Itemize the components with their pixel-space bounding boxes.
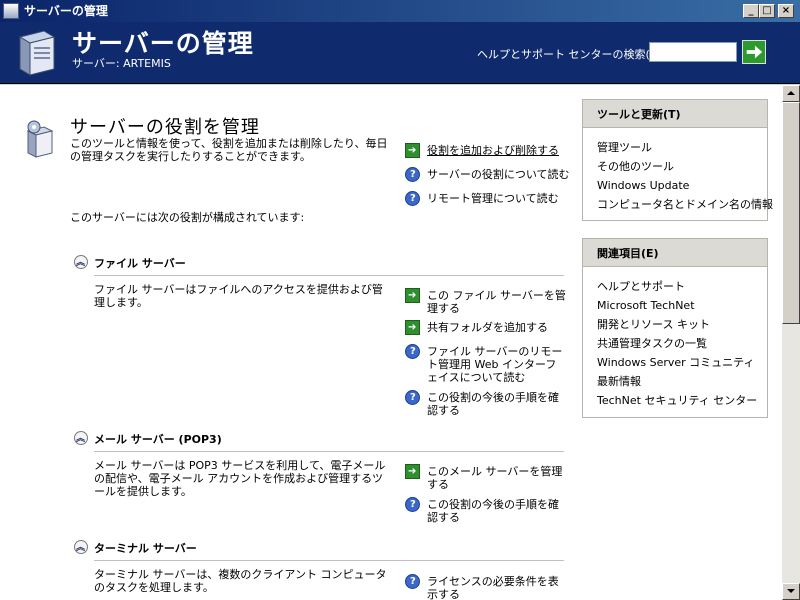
collapse-icon[interactable] — [74, 540, 88, 554]
related-link[interactable]: TechNet セキュリティ センター — [597, 391, 767, 410]
help-icon — [405, 167, 420, 182]
divider — [94, 560, 564, 561]
add-remove-role-link[interactable]: 役割を追加および削除する — [405, 143, 575, 158]
green-arrow-icon — [405, 288, 420, 303]
header-banner: サーバーの管理 サーバー: ARTEMIS ヘルプとサポート センターの検索(S… — [0, 22, 800, 84]
search-input[interactable] — [649, 42, 737, 62]
close-button[interactable]: × — [778, 4, 794, 18]
scroll-down-button[interactable] — [782, 583, 800, 600]
manage-file-server-link[interactable]: この ファイル サーバーを管理する — [405, 288, 566, 316]
divider — [94, 451, 564, 452]
help-icon — [405, 497, 420, 512]
manage-mail-server-link[interactable]: このメール サーバーを管理する — [405, 464, 565, 492]
server-icon — [18, 30, 56, 76]
section-title: サーバーの役割を管理 — [70, 117, 260, 138]
green-arrow-icon — [405, 143, 420, 158]
roles-intro: このサーバーには次の役割が構成されています: — [70, 211, 305, 224]
related-link[interactable]: Windows Server コミュニティ — [597, 353, 767, 372]
green-arrow-icon — [405, 464, 420, 479]
help-icon — [405, 390, 420, 405]
section-file-server[interactable]: ファイル サーバー — [74, 255, 274, 270]
search-go-button[interactable] — [742, 40, 766, 64]
green-arrow-icon — [405, 320, 420, 335]
add-shared-folder-link[interactable]: 共有フォルダを追加する — [405, 320, 565, 335]
related-list: ヘルプとサポート Microsoft TechNet 開発とリソース キット 共… — [583, 267, 767, 418]
tools-list: 管理ツール その他のツール Windows Update コンピュータ名とドメイ… — [583, 128, 773, 222]
related-link[interactable]: 最新情報 — [597, 372, 767, 391]
tools-link[interactable]: 管理ツール — [597, 138, 767, 157]
tools-link[interactable]: Windows Update — [597, 176, 767, 195]
window-title: サーバーの管理 — [24, 4, 108, 18]
vertical-scrollbar[interactable] — [782, 85, 800, 600]
collapse-icon[interactable] — [74, 431, 88, 445]
up-arrow-icon — [787, 91, 795, 95]
related-link[interactable]: 開発とリソース キット — [597, 315, 767, 334]
read-file-server-web-link[interactable]: ファイル サーバーのリモート管理用 Web インターフェイスについて読む — [405, 344, 565, 384]
title-bar: サーバーの管理 _ □ × — [0, 0, 800, 22]
tools-pane: ツールと更新(T) 管理ツール その他のツール Windows Update コ… — [582, 99, 773, 222]
scroll-up-button[interactable] — [782, 85, 800, 102]
mail-server-description: メール サーバーは POP3 サービスを利用して、電子メールの配信や、電子メール… — [94, 459, 386, 498]
terminal-server-description: ターミナル サーバーは、複数のクライアント コンピュータのタスクを処理します。 — [94, 568, 387, 594]
related-pane: 関連項目(E) ヘルプとサポート Microsoft TechNet 開発とリソ… — [582, 238, 768, 418]
related-link[interactable]: Microsoft TechNet — [597, 296, 767, 315]
scroll-thumb[interactable] — [782, 102, 800, 324]
help-icon — [405, 574, 420, 589]
main-content: サーバーの役割を管理 このツールと情報を使って、役割を追加または削除したり、毎日… — [0, 85, 782, 600]
related-link[interactable]: ヘルプとサポート — [597, 277, 767, 296]
file-server-next-steps-link[interactable]: この役割の今後の手順を確認する — [405, 390, 565, 418]
server-roles-icon — [26, 120, 54, 158]
collapse-icon[interactable] — [74, 255, 88, 269]
file-server-description: ファイル サーバーはファイルへのアクセスを提供および管理します。 — [94, 283, 383, 309]
tools-link[interactable]: その他のツール — [597, 157, 767, 176]
divider — [94, 275, 564, 276]
down-arrow-icon — [787, 589, 795, 593]
help-icon — [405, 191, 420, 206]
mail-server-next-steps-link[interactable]: この役割の今後の手順を確認する — [405, 497, 565, 525]
section-mail-server[interactable]: メール サーバー (POP3) — [74, 431, 274, 446]
tools-link[interactable]: コンピュータ名とドメイン名の情報 — [597, 195, 773, 214]
related-pane-title: 関連項目(E) — [583, 239, 767, 267]
server-name: サーバー: ARTEMIS — [72, 57, 171, 70]
section-description: このツールと情報を使って、役割を追加または削除したり、毎日の管理タスクを実行した… — [70, 137, 388, 163]
search-label: ヘルプとサポート センターの検索(S) — [477, 48, 662, 61]
read-server-roles-link[interactable]: サーバーの役割について読む — [405, 167, 575, 182]
app-icon — [3, 3, 19, 19]
maximize-button[interactable]: □ — [759, 4, 775, 18]
section-terminal-server[interactable]: ターミナル サーバー — [74, 540, 274, 555]
tools-pane-title: ツールと更新(T) — [583, 100, 767, 128]
related-link[interactable]: 共通管理タスクの一覧 — [597, 334, 767, 353]
license-requirements-link[interactable]: ライセンスの必要条件を表示する — [405, 574, 565, 600]
minimize-button[interactable]: _ — [743, 4, 759, 18]
read-remote-admin-link[interactable]: リモート管理について読む — [405, 191, 575, 206]
help-icon — [405, 344, 420, 359]
